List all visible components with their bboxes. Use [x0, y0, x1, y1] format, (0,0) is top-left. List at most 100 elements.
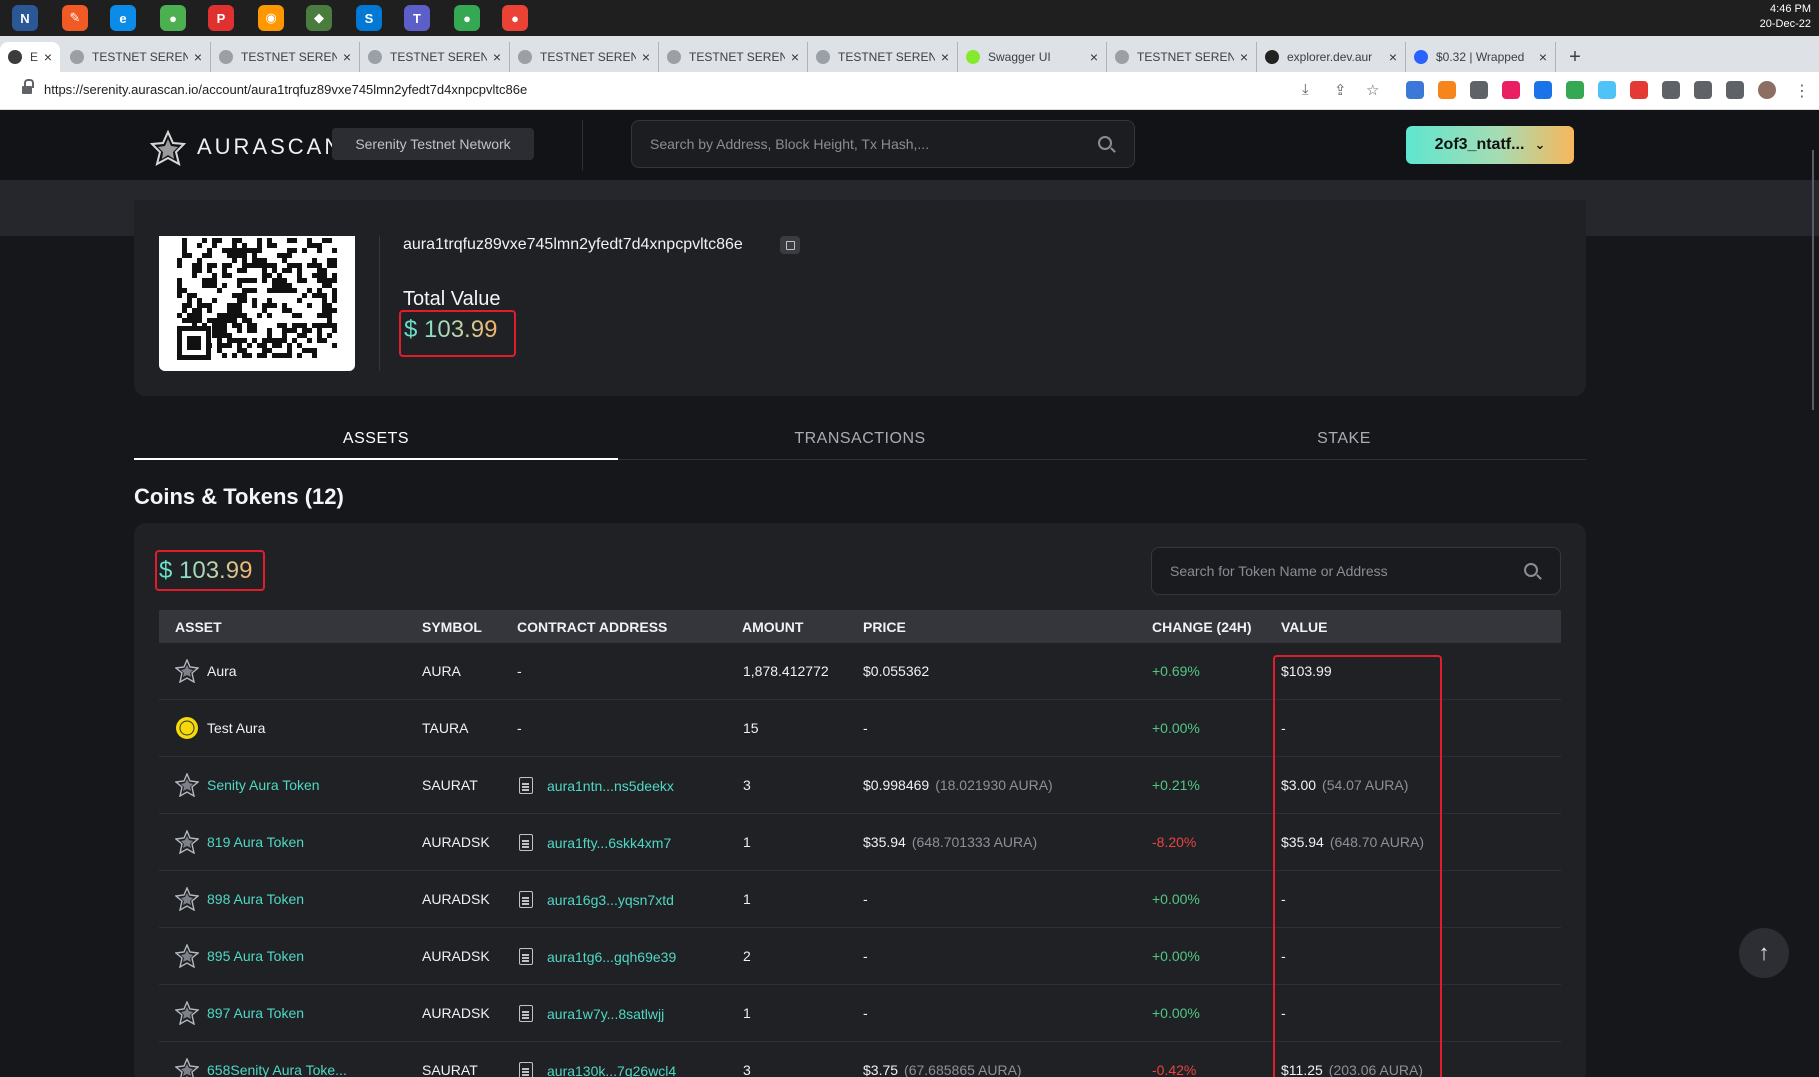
col-symbol[interactable]: SYMBOL	[422, 619, 482, 635]
taskbar-chrome-icon[interactable]: ●	[152, 0, 194, 36]
url-field[interactable]: https://serenity.aurascan.io/account/aur…	[44, 82, 527, 97]
col-change[interactable]: CHANGE (24H)	[1152, 619, 1252, 635]
taskbar-app-1-icon[interactable]: N	[12, 5, 38, 31]
browser-extension-icon[interactable]	[1598, 81, 1616, 99]
bookmark-star-icon[interactable]: ☆	[1366, 81, 1384, 99]
browser-tab[interactable]: $0.32 | Wrapped ×	[1406, 42, 1556, 72]
taskbar-app-2-icon[interactable]: ✎	[62, 5, 88, 31]
search-icon[interactable]	[1098, 136, 1112, 150]
close-tab-icon[interactable]: ×	[1389, 49, 1397, 65]
search-icon[interactable]	[1524, 563, 1538, 577]
close-tab-icon[interactable]: ×	[642, 49, 650, 65]
browser-tab[interactable]: explorer.dev.aur ×	[1257, 42, 1406, 72]
browser-tab-strip: $0.32 | Wrapped × explorer.dev.aur × TESTNET…	[0, 36, 1819, 92]
browser-menu-icon[interactable]: ⋮	[1794, 81, 1812, 100]
browser-extension-icon[interactable]	[1630, 81, 1648, 99]
taskbar-chrome-3-icon[interactable]: ●	[502, 5, 528, 31]
browser-tab[interactable]: EREN ×	[0, 42, 60, 72]
close-tab-icon[interactable]: ×	[493, 49, 501, 65]
logo-text[interactable]: AURASCAN	[197, 134, 343, 160]
browser-extension-icon[interactable]	[1470, 81, 1488, 99]
browser-tab[interactable]: TESTNET SEREN ×	[62, 42, 211, 72]
close-tab-icon[interactable]: ×	[941, 49, 949, 65]
browser-extension-icon[interactable]	[1758, 81, 1776, 99]
browser-tab[interactable]: Swagger UI ×	[958, 42, 1107, 72]
browser-extension-icon[interactable]	[1726, 81, 1744, 99]
tab-favicon-icon	[816, 50, 830, 64]
page-scrollbar[interactable]	[1812, 150, 1814, 410]
taskbar-edge-icon[interactable]: e	[110, 5, 136, 31]
close-tab-icon[interactable]: ×	[343, 49, 351, 65]
token-amount: 3	[743, 1062, 751, 1077]
asset-name[interactable]: 895 Aura Token	[207, 948, 304, 964]
contract-address-link[interactable]: aura1ntn...ns5deekx	[519, 777, 674, 794]
taskbar-teams-icon[interactable]: T	[404, 5, 430, 31]
asset-name[interactable]: 658Senity Aura Toke...	[207, 1062, 347, 1077]
browser-extension-icon[interactable]	[1534, 81, 1552, 99]
contract-address-link[interactable]: aura1fty...6skk4xm7	[519, 834, 671, 851]
asset-name[interactable]: Senity Aura Token	[207, 777, 320, 793]
taskbar-git-icon[interactable]: ◆	[306, 5, 332, 31]
tab-assets[interactable]: ASSETS	[134, 430, 618, 448]
contract-address: -	[517, 663, 522, 679]
document-icon	[519, 777, 533, 794]
asset-symbol: AURADSK	[422, 948, 490, 964]
col-price[interactable]: PRICE	[863, 619, 906, 635]
token-search-input[interactable]	[1170, 548, 1510, 594]
browser-extension-icon[interactable]	[1406, 81, 1424, 99]
tab-transactions[interactable]: TRANSACTIONS	[618, 430, 1102, 448]
col-contract[interactable]: CONTRACT ADDRESS	[517, 619, 667, 635]
taskbar-app-6-icon[interactable]: ◉	[258, 5, 284, 31]
taskbar-chrome-2-icon[interactable]: ●	[454, 5, 480, 31]
browser-extension-icon[interactable]	[1566, 81, 1584, 99]
col-value[interactable]: VALUE	[1281, 619, 1327, 635]
change-24h: +0.21%	[1152, 777, 1200, 793]
copy-icon[interactable]	[780, 236, 800, 254]
browser-tab[interactable]: TESTNET SEREN ×	[510, 42, 659, 72]
asset-symbol: SAURAT	[422, 1062, 478, 1077]
close-tab-icon[interactable]: ×	[44, 49, 52, 65]
close-tab-icon[interactable]: ×	[1539, 49, 1547, 65]
browser-extension-icon[interactable]	[1502, 81, 1520, 99]
col-asset[interactable]: ASSET	[175, 619, 222, 635]
contract-address: aura130k...7q26wcl4	[547, 1063, 677, 1077]
document-icon	[519, 834, 533, 851]
aurascan-logo-icon[interactable]	[150, 130, 186, 166]
download-icon[interactable]: ⤓	[1302, 81, 1320, 99]
close-tab-icon[interactable]: ×	[791, 49, 799, 65]
close-tab-icon[interactable]: ×	[194, 49, 202, 65]
browser-tab[interactable]: TESTNET SEREN ×	[1107, 42, 1257, 72]
browser-tab[interactable]: TESTNET SEREN ×	[659, 42, 808, 72]
global-search-input[interactable]	[650, 121, 1080, 167]
col-amount[interactable]: AMOUNT	[742, 619, 803, 635]
asset-name[interactable]: 819 Aura Token	[207, 834, 304, 850]
system-clock[interactable]: 4:46 PM 20-Dec-22	[1760, 2, 1811, 32]
browser-extension-icon[interactable]	[1694, 81, 1712, 99]
asset-name[interactable]: 897 Aura Token	[207, 1005, 304, 1021]
contract-address-link[interactable]: aura1tg6...gqh69e39	[519, 948, 676, 965]
contract-address-link[interactable]: aura1w7y...8satlwjj	[519, 1005, 664, 1022]
browser-tab[interactable]: TESTNET SEREN ×	[211, 42, 360, 72]
asset-name[interactable]: 898 Aura Token	[207, 891, 304, 907]
price-aura: (18.021930 AURA)	[935, 777, 1053, 793]
share-icon[interactable]: ⇪	[1334, 81, 1352, 99]
close-tab-icon[interactable]: ×	[1090, 49, 1098, 65]
qr-code-image	[177, 238, 337, 360]
lock-icon[interactable]	[22, 79, 34, 96]
contract-address-link[interactable]: aura130k...7q26wcl4	[519, 1062, 676, 1077]
close-tab-icon[interactable]: ×	[1240, 49, 1248, 65]
browser-extension-icon[interactable]	[1662, 81, 1680, 99]
contract-address-link[interactable]: aura16g3...yqsn7xtd	[519, 891, 674, 908]
scroll-to-top-button[interactable]: ↑	[1739, 928, 1789, 978]
tab-favicon-icon	[1115, 50, 1129, 64]
browser-tab[interactable]: TESTNET SEREN ×	[360, 42, 510, 72]
price-usd: $35.94	[863, 834, 906, 850]
new-tab-button[interactable]: +	[1560, 42, 1590, 72]
taskbar-app-5-icon[interactable]: P	[208, 5, 234, 31]
browser-tab[interactable]: TESTNET SEREN ×	[808, 42, 958, 72]
browser-extension-icon[interactable]	[1438, 81, 1456, 99]
tab-stake[interactable]: STAKE	[1102, 430, 1586, 448]
clock-date: 20-Dec-22	[1759, 18, 1811, 30]
wallet-button[interactable]: 2of3_ntatf... ⌄	[1406, 126, 1574, 164]
taskbar-skype-icon[interactable]: S	[356, 5, 382, 31]
